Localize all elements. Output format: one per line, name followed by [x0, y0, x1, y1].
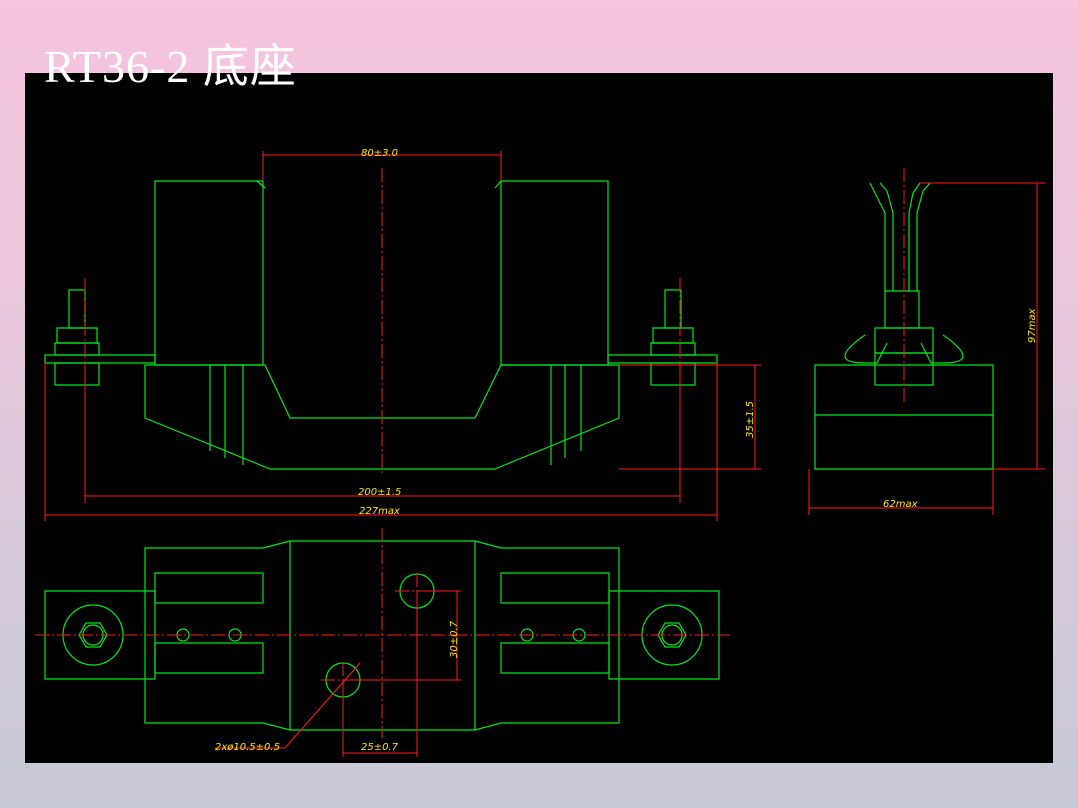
top-view — [35, 528, 730, 757]
dim-side-width: 62max — [883, 499, 918, 510]
side-view — [808, 168, 1045, 515]
cad-drawing: 80±3.0 200±1.5 227max 35±1.5 97max 62max — [35, 148, 1045, 757]
dim-hole-offset-h: 25±0.7 — [361, 742, 399, 753]
slide-title: RT36-2 底座 — [44, 41, 297, 92]
cad-drawing-panel: 80±3.0 200±1.5 227max 35±1.5 97max 62max — [25, 73, 1053, 763]
dim-height-base: 35±1.5 — [745, 401, 756, 438]
dim-width-top: 80±3.0 — [361, 148, 398, 159]
dim-hole-offset-v: 30±0.7 — [449, 620, 460, 658]
dim-side-height: 97max — [1027, 308, 1038, 343]
dim-hole-spec: 2xø10.5±0.5 — [215, 742, 280, 753]
front-view — [44, 151, 761, 521]
dim-overall-width: 227max — [359, 506, 400, 517]
dim-mounting-span: 200±1.5 — [358, 487, 401, 498]
